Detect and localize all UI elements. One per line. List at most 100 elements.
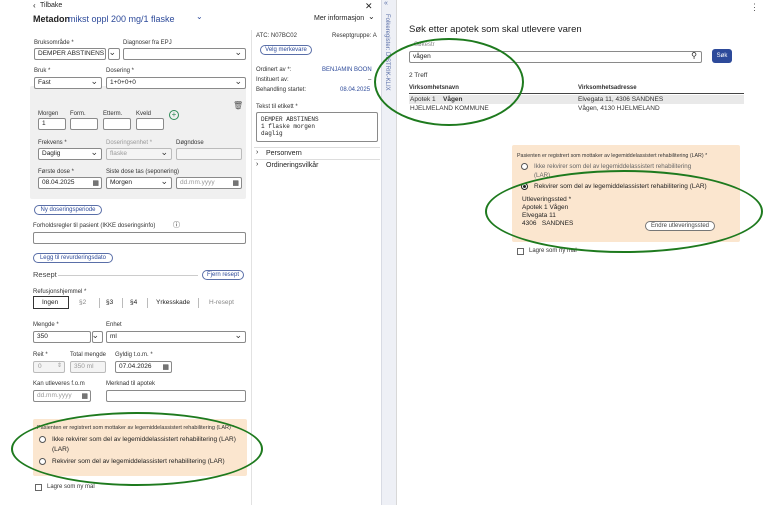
kan-utleveres-input[interactable]: dd.mm.yyyy ▦: [33, 390, 91, 402]
dagndose-label: Døgndose: [176, 140, 204, 146]
personvern-section[interactable]: Personvern: [266, 150, 302, 157]
frekvens-select[interactable]: Daglig: [38, 147, 102, 160]
drug-title-detail[interactable]: mikst oppl 200 mg/1 flaske: [68, 14, 175, 24]
enhet-select[interactable]: ml: [106, 330, 246, 343]
instituert-av-label: Instituert av:: [256, 77, 289, 83]
utleveringssted-postal: 4306 SANDNES: [522, 220, 574, 227]
right-menu-icon[interactable]: ⋮: [750, 2, 759, 13]
refusjon-option-yrkesskade[interactable]: Yrkesskade: [156, 299, 190, 306]
form-input[interactable]: [70, 118, 98, 130]
info-icon[interactable]: ⓘ: [173, 220, 180, 230]
lar-right-option-2-label[interactable]: Rekvirer som del av legemiddelassistert …: [534, 183, 707, 190]
tekst-etikett-textarea[interactable]: DEMPER ABSTINENS 1 flaske morgen daglig: [256, 112, 378, 142]
back-icon[interactable]: ‹: [33, 1, 36, 10]
col-header-address: Virksomhetsadresse: [578, 85, 637, 91]
reseptgruppe-label: Reseptgruppe: A: [332, 33, 377, 39]
search-icon[interactable]: ⚲: [691, 51, 697, 60]
mengde-label: Mengde *: [33, 322, 59, 328]
treff-count: 2 Treff: [409, 72, 428, 79]
ny-doseringsperiode-button[interactable]: Ny doseringsperiode: [34, 205, 102, 215]
lar-right-option-1-label-cont: (LAR): [534, 172, 551, 179]
calendar-icon[interactable]: ▦: [81, 392, 88, 400]
drug-detail-chevron-icon[interactable]: ⌄: [196, 12, 203, 21]
endre-utleveringssted-button[interactable]: Endre utleveringssted: [645, 221, 715, 231]
lagre-mal-label-left[interactable]: Lagre som ny mal: [47, 484, 95, 490]
kan-utleveres-label: Kan utleveres f.o.m: [33, 381, 85, 387]
gyldig-input[interactable]: 07.04.2026 ▦: [115, 361, 172, 373]
resept-divider: [58, 275, 198, 276]
doseringsenhet-select[interactable]: flaske: [106, 147, 172, 160]
back-link[interactable]: Tilbake: [40, 2, 62, 9]
side-tab-chevron-icon[interactable]: «: [384, 0, 388, 7]
refusjon-option-h-resept[interactable]: H-resept: [209, 299, 234, 306]
merknad-label: Merknad til apotek: [106, 381, 156, 387]
lagre-mal-checkbox-left[interactable]: [35, 484, 42, 491]
lagre-mal-checkbox-right[interactable]: [517, 248, 524, 255]
bruksomrade-select[interactable]: DEMPER ABSTINENS: [34, 48, 106, 60]
mengde-chevron[interactable]: [91, 330, 103, 343]
table-row[interactable]: HJELMELAND KOMMUNE Vågen, 4130 HJELMELAN…: [409, 104, 744, 113]
bruksomrade-chevron[interactable]: [108, 47, 120, 60]
velg-merkevare-button[interactable]: Velg merkevare: [260, 45, 312, 55]
lar-right-option-1-radio[interactable]: [521, 163, 528, 170]
morgen-input[interactable]: 1: [38, 118, 66, 130]
delete-icon[interactable]: 🗑: [233, 101, 243, 110]
forste-dose-input[interactable]: 08.04.2025 ▦: [38, 177, 102, 189]
dosering-select[interactable]: 1+0+0+0: [106, 76, 246, 89]
siste-dose-select[interactable]: Morgen: [106, 176, 172, 189]
revurdering-button[interactable]: Legg til revurderingsdato: [33, 253, 113, 263]
total-mengde-input: 350 ml: [70, 361, 106, 373]
tekst-etikett-label: Tekst til etikett *: [256, 104, 298, 110]
calendar-icon[interactable]: ▦: [232, 179, 239, 187]
lar-right-option-1-label[interactable]: Ikke rekvirer som del av legemiddelassis…: [534, 163, 691, 170]
reit-stepper[interactable]: 0 ⇕: [33, 361, 65, 373]
atc-label: ATC: N07BC02: [256, 33, 297, 39]
side-tab-label[interactable]: Folkeregister: DISTRIK-KLIX: [384, 14, 390, 91]
search-input[interactable]: vågen ⚲: [409, 51, 702, 63]
form-label: Form.: [70, 111, 86, 117]
ordineringsvilkar-section[interactable]: Ordineringsvilkår: [266, 162, 319, 169]
more-info-chevron-icon[interactable]: ⌄: [368, 12, 375, 21]
gyldig-label: Gyldig t.o.m. *: [115, 352, 153, 358]
stepper-arrows-icon[interactable]: ⇕: [57, 362, 62, 369]
etterm-input[interactable]: [103, 118, 131, 130]
info-divider-2: [254, 159, 380, 160]
lar-right-option-2-radio[interactable]: [521, 183, 528, 190]
kveld-input[interactable]: [136, 118, 164, 130]
siste-dose-label: Siste dose tas (seponering): [106, 169, 180, 175]
add-dose-icon[interactable]: +: [169, 110, 179, 120]
refusjon-option-3[interactable]: §3: [106, 299, 113, 306]
right-title: Søk etter apotek som skal utlevere varen: [409, 24, 582, 35]
calendar-icon[interactable]: ▦: [92, 179, 99, 187]
calendar-icon[interactable]: ▦: [162, 363, 169, 371]
lar-option-1-label[interactable]: Ikke rekvirer som del av legemiddelassis…: [52, 436, 236, 443]
info-column-divider: [251, 30, 252, 505]
ordineringsvilkar-chevron-icon[interactable]: ›: [256, 161, 258, 168]
lar-question-left: Pasienten er registrert som mottaker av …: [37, 425, 235, 431]
ordinert-av-value[interactable]: BENJAMIN BOON: [322, 67, 372, 73]
forholdsregler-input[interactable]: [33, 232, 246, 244]
merknad-input[interactable]: [106, 390, 246, 402]
lar-option-1-radio[interactable]: [39, 436, 46, 443]
table-row[interactable]: Apotek 1 Vågen Elvegata 11, 4306 SANDNES: [409, 95, 744, 104]
refusjon-option-ingen[interactable]: Ingen: [33, 296, 69, 309]
refusjon-option-4[interactable]: §4: [130, 299, 137, 306]
search-button[interactable]: Søk: [712, 49, 732, 63]
siste-dose-date-input[interactable]: dd.mm.yyyy ▦: [176, 177, 242, 189]
resept-heading: Resept: [33, 270, 57, 279]
dagndose-input[interactable]: [176, 148, 242, 160]
more-info-link[interactable]: Mer informasjon: [314, 15, 364, 22]
lar-option-2-radio[interactable]: [39, 458, 46, 465]
table-header-divider: [409, 93, 744, 94]
personvern-chevron-icon[interactable]: ›: [256, 149, 258, 156]
dosering-label: Dosering *: [106, 68, 135, 74]
total-mengde-label: Total mengde: [70, 352, 107, 358]
lar-option-2-label[interactable]: Rekvirer som del av legemiddelassistert …: [52, 458, 225, 465]
bruk-select[interactable]: Fast: [34, 76, 102, 89]
fjern-resept-button[interactable]: Fjern resept: [202, 270, 244, 280]
refusjon-option-2[interactable]: §2: [79, 299, 86, 306]
lagre-mal-label-right[interactable]: Lagre som ny mal: [529, 248, 577, 254]
diagnose-select[interactable]: [123, 47, 246, 60]
close-icon[interactable]: ✕: [365, 1, 373, 12]
mengde-input[interactable]: 350: [33, 331, 91, 343]
